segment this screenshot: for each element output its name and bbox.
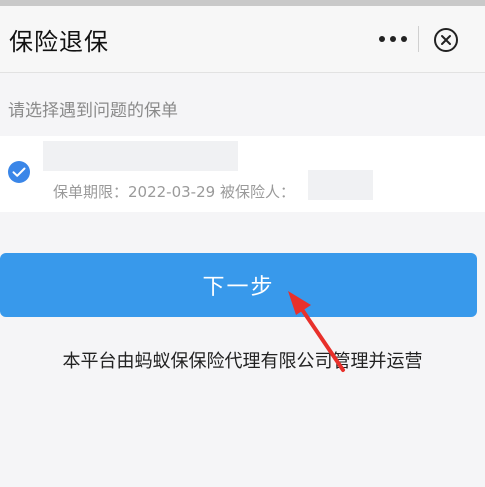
policy-meta: 保单期限：2022-03-29 被保险人： (53, 183, 295, 201)
close-circle-icon[interactable] (433, 27, 459, 53)
page-title: 保险退保 (9, 28, 109, 56)
dot (390, 36, 396, 42)
masked-insured-name (308, 170, 373, 200)
section-label: 请选择遇到问题的保单 (8, 101, 178, 121)
red-annotation-arrow-icon (288, 291, 345, 372)
mini-program-header: 保险退保 (0, 6, 485, 73)
capsule-divider (418, 26, 419, 52)
more-dots-icon[interactable] (372, 24, 414, 54)
dot (379, 36, 385, 42)
checkmark-circle-icon[interactable] (7, 160, 31, 184)
next-button[interactable]: 下一步 (0, 253, 477, 317)
dot (401, 36, 407, 42)
platform-operator-note: 本平台由蚂蚁保保险代理有限公司管理并运营 (62, 351, 423, 372)
masked-policy-name (43, 141, 238, 171)
